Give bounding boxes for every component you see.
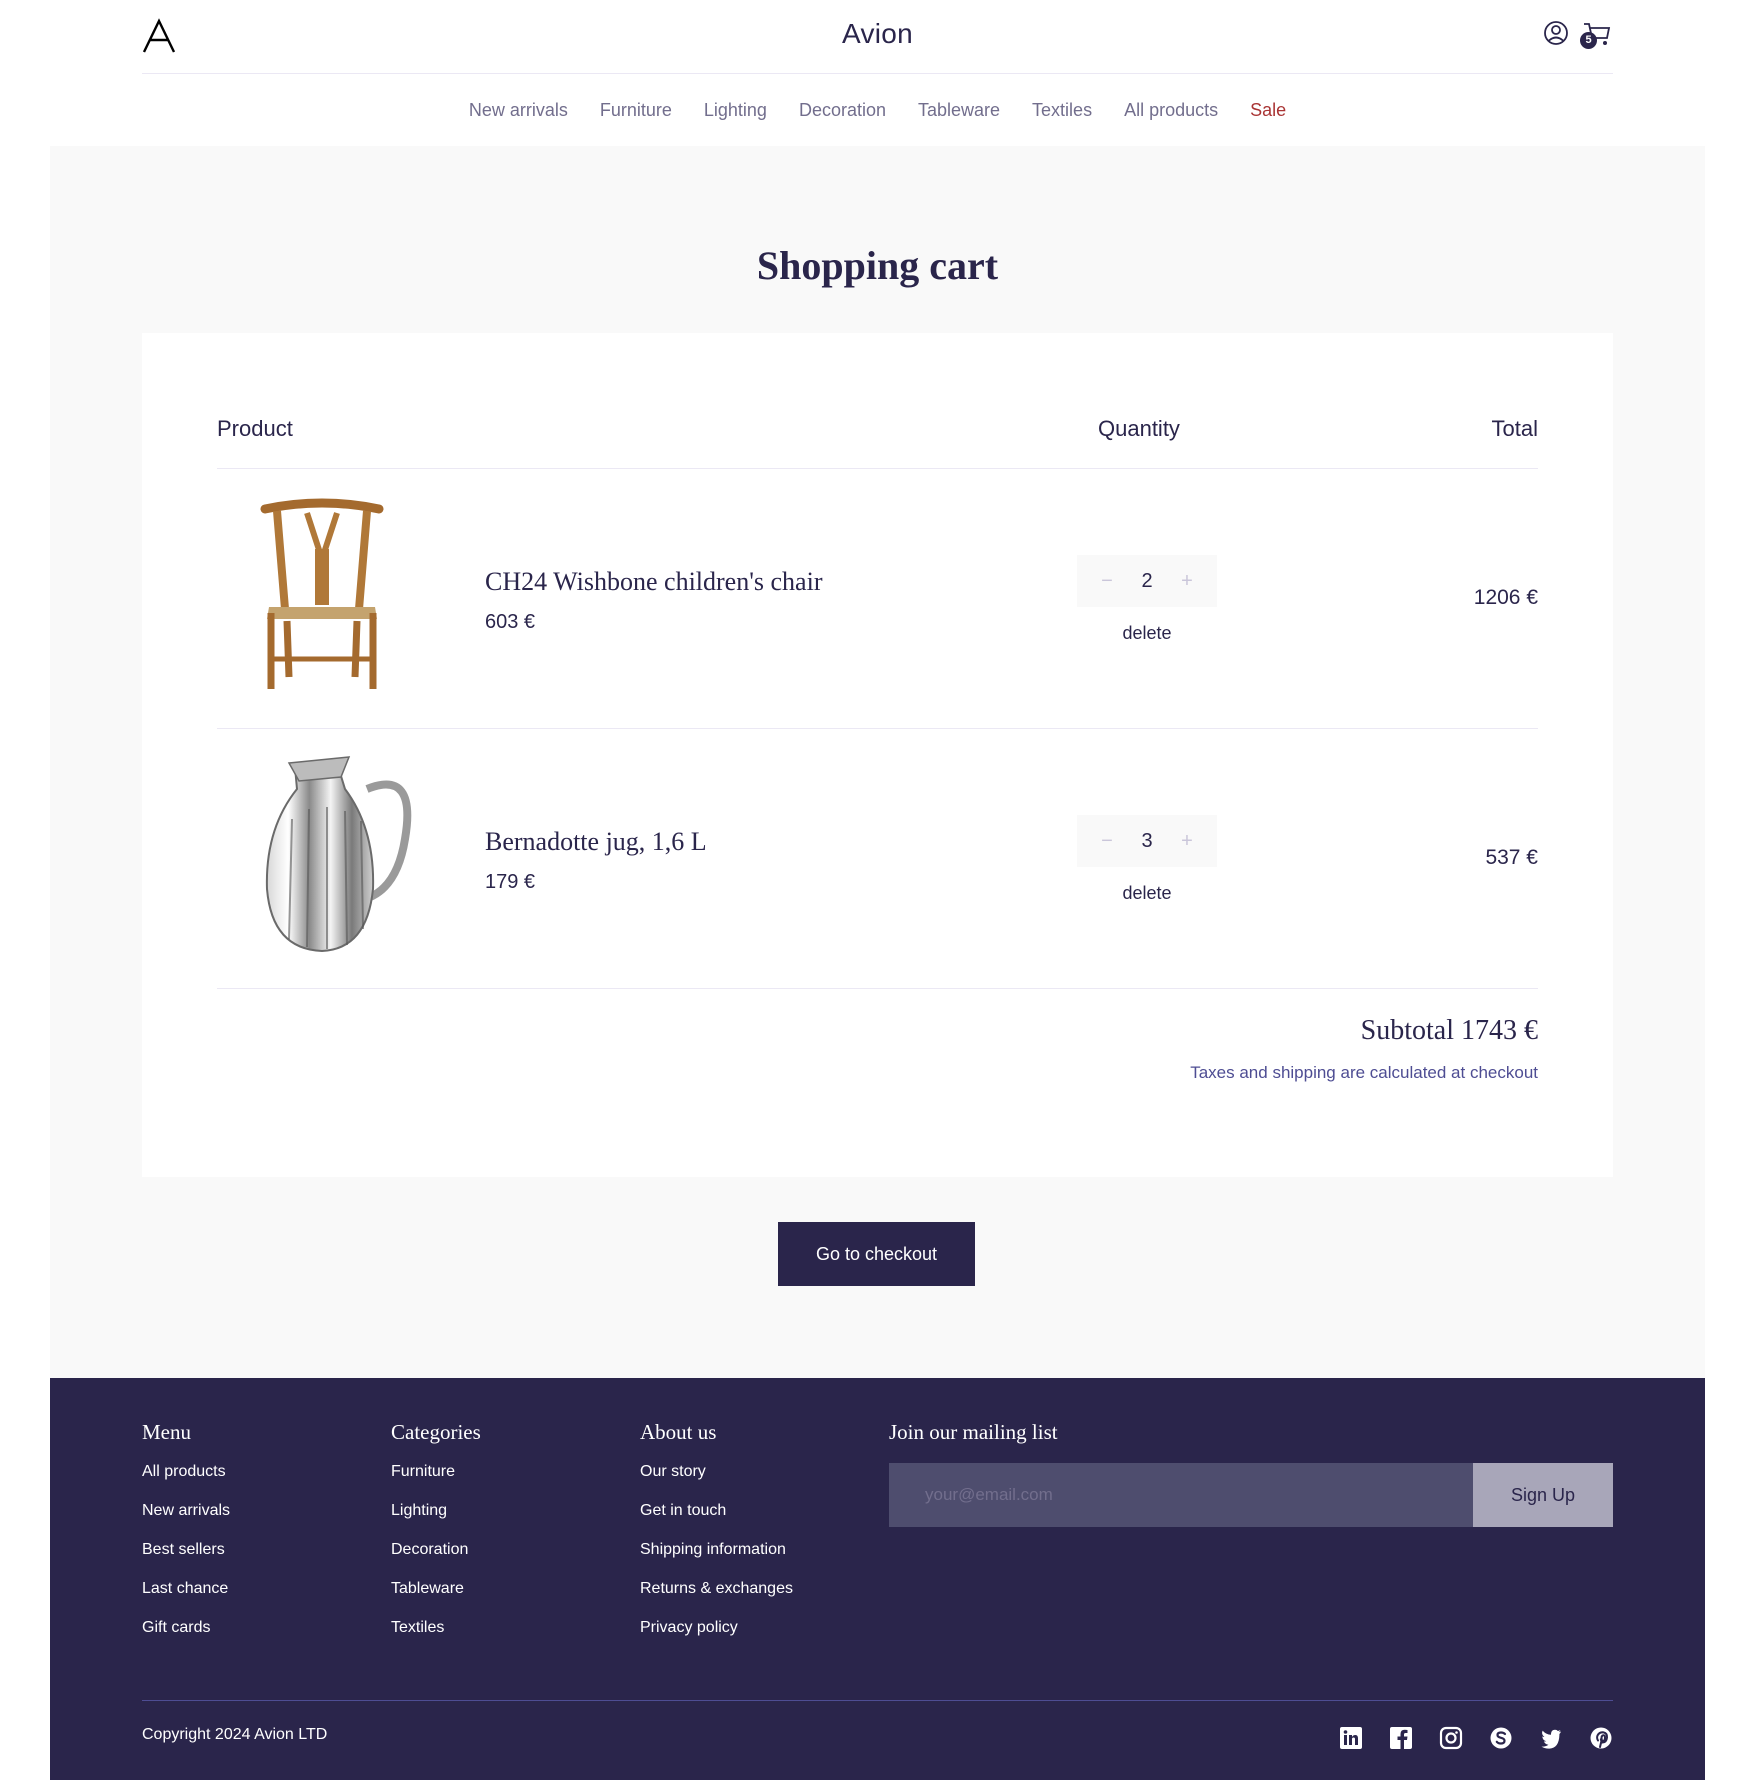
checkout-button[interactable]: Go to checkout — [778, 1222, 975, 1286]
copyright: Copyright 2024 Avion LTD — [142, 1726, 328, 1743]
cart-panel: Product Quantity Total CH24 Wishbone chi… — [142, 333, 1613, 1177]
email-input[interactable] — [889, 1463, 1473, 1527]
decrement-button[interactable]: − — [1097, 830, 1117, 853]
footer-link[interactable]: Gift cards — [142, 1619, 230, 1637]
row-total: 537 € — [1485, 846, 1538, 869]
footer-link[interactable]: Textiles — [391, 1619, 481, 1637]
footer-link[interactable]: New arrivals — [142, 1502, 230, 1520]
nav-tableware[interactable]: Tableware — [918, 100, 1000, 121]
footer-mailing-list: Join our mailing list Sign Up — [889, 1420, 1613, 1527]
nav-lighting[interactable]: Lighting — [704, 100, 767, 121]
twitter-icon[interactable] — [1539, 1726, 1563, 1750]
footer-heading: Categories — [391, 1420, 481, 1444]
site-footer: Menu All products New arrivals Best sell… — [50, 1378, 1705, 1780]
subtotal: Subtotal 1743 € — [1360, 1015, 1538, 1046]
quantity-stepper: − 3 + — [1077, 815, 1217, 867]
footer-link[interactable]: Returns & exchanges — [640, 1580, 793, 1598]
footer-categories-column: Categories Furniture Lighting Decoration… — [391, 1420, 481, 1658]
main-nav: New arrivals Furniture Lighting Decorati… — [0, 74, 1755, 146]
footer-link[interactable]: Tableware — [391, 1580, 481, 1598]
delete-button[interactable]: delete — [1077, 623, 1217, 644]
footer-link[interactable]: All products — [142, 1463, 230, 1481]
nav-furniture[interactable]: Furniture — [600, 100, 672, 121]
footer-link[interactable]: Shipping information — [640, 1541, 793, 1559]
product-name[interactable]: Bernadotte jug, 1,6 L — [485, 827, 707, 857]
cart-count-badge: 5 — [1580, 32, 1597, 49]
facebook-icon[interactable] — [1389, 1726, 1413, 1750]
pinterest-icon[interactable] — [1589, 1726, 1613, 1750]
product-name[interactable]: CH24 Wishbone children's chair — [485, 567, 822, 597]
footer-link[interactable]: Last chance — [142, 1580, 230, 1598]
footer-link[interactable]: Privacy policy — [640, 1619, 793, 1637]
tax-note: Taxes and shipping are calculated at che… — [1190, 1063, 1538, 1082]
row-total: 1206 € — [1473, 586, 1538, 609]
increment-button[interactable]: + — [1177, 570, 1197, 593]
footer-link[interactable]: Best sellers — [142, 1541, 230, 1559]
quantity-value: 3 — [1141, 829, 1153, 852]
footer-divider — [142, 1700, 1613, 1701]
footer-heading: Menu — [142, 1420, 191, 1444]
column-header-total: Total — [1491, 416, 1538, 441]
nav-sale[interactable]: Sale — [1250, 100, 1286, 121]
linkedin-icon[interactable] — [1339, 1726, 1363, 1750]
footer-link[interactable]: Get in touch — [640, 1502, 793, 1520]
main-content: Shopping cart Product Quantity Total CH2… — [50, 146, 1705, 1378]
nav-all-products[interactable]: All products — [1124, 100, 1218, 121]
cart-row: CH24 Wishbone children's chair 603 € − 2… — [217, 469, 1538, 729]
product-price: 603 € — [485, 611, 536, 633]
jug-icon[interactable] — [217, 749, 427, 959]
brand-name[interactable]: Avion — [142, 18, 1613, 50]
column-header-product: Product — [217, 416, 293, 441]
footer-link[interactable]: Furniture — [391, 1463, 481, 1481]
nav-textiles[interactable]: Textiles — [1032, 100, 1092, 121]
header-actions: 5 — [1543, 18, 1613, 52]
footer-heading: About us — [640, 1420, 717, 1444]
quantity-stepper: − 2 + — [1077, 555, 1217, 607]
user-icon[interactable] — [1543, 20, 1569, 46]
decrement-button[interactable]: − — [1097, 570, 1117, 593]
footer-link[interactable]: Decoration — [391, 1541, 481, 1559]
increment-button[interactable]: + — [1177, 830, 1197, 853]
mailing-form: Sign Up — [889, 1463, 1613, 1527]
footer-link[interactable]: Our story — [640, 1463, 793, 1481]
sign-up-button[interactable]: Sign Up — [1473, 1463, 1613, 1527]
nav-new-arrivals[interactable]: New arrivals — [469, 100, 568, 121]
site-header: Avion 5 — [142, 0, 1613, 74]
delete-button[interactable]: delete — [1077, 883, 1217, 904]
product-price: 179 € — [485, 871, 536, 893]
page-title: Shopping cart — [756, 243, 999, 288]
instagram-icon[interactable] — [1439, 1726, 1463, 1750]
chair-icon[interactable] — [217, 489, 427, 699]
footer-link[interactable]: Lighting — [391, 1502, 481, 1520]
footer-menu-column: Menu All products New arrivals Best sell… — [142, 1420, 230, 1658]
nav-decoration[interactable]: Decoration — [799, 100, 886, 121]
column-header-quantity: Quantity — [1098, 416, 1180, 441]
skype-icon[interactable] — [1489, 1726, 1513, 1750]
footer-heading: Join our mailing list — [889, 1420, 1058, 1444]
social-links — [1339, 1726, 1613, 1750]
footer-about-column: About us Our story Get in touch Shipping… — [640, 1420, 793, 1658]
quantity-value: 2 — [1141, 569, 1153, 592]
cart-row: Bernadotte jug, 1,6 L 179 € − 3 + delete… — [217, 729, 1538, 989]
